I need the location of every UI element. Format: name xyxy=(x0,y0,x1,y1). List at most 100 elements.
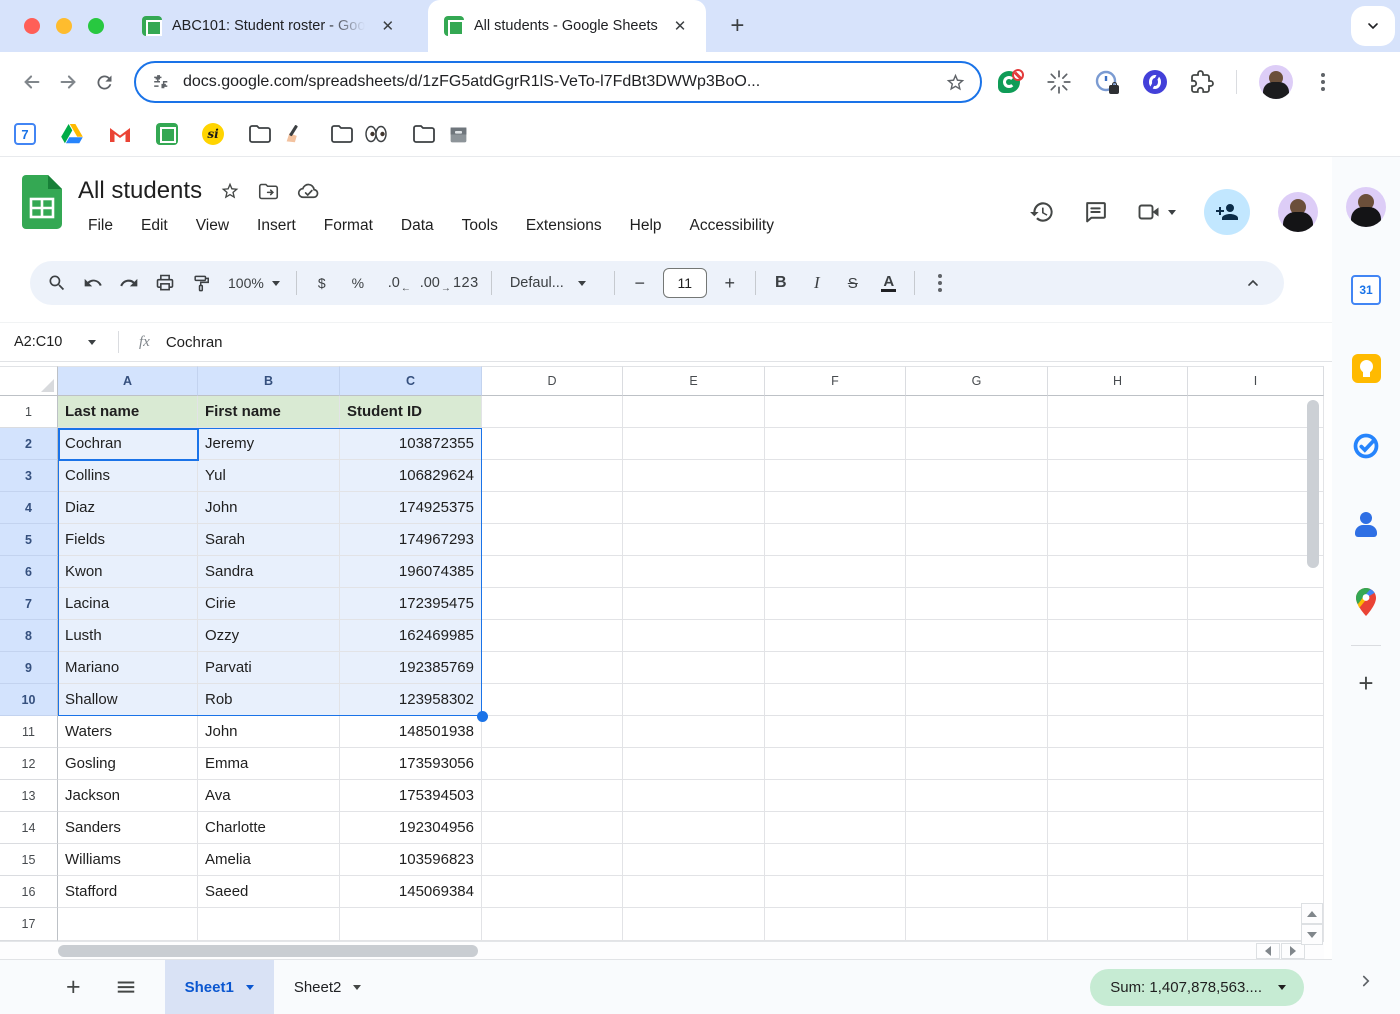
cell-H11[interactable] xyxy=(1048,716,1188,748)
url-bar[interactable]: docs.google.com/spreadsheets/d/1zFG5atdG… xyxy=(134,61,982,103)
bookmark-filebox-icon[interactable] xyxy=(446,122,470,146)
cell-C11[interactable]: 148501938 xyxy=(340,716,482,748)
cell-G4[interactable] xyxy=(906,492,1048,524)
forward-icon[interactable] xyxy=(50,64,86,100)
format-currency-button[interactable]: $ xyxy=(305,267,339,299)
bookmark-eyes-icon[interactable] xyxy=(364,122,388,146)
minimize-window-button[interactable] xyxy=(56,18,72,34)
search-menus-icon[interactable] xyxy=(40,267,74,299)
cell-I3[interactable] xyxy=(1188,460,1324,492)
sheet-tab-sheet2[interactable]: Sheet2 xyxy=(274,960,382,1014)
cell-E17[interactable] xyxy=(623,908,765,941)
cell-A10[interactable]: Shallow xyxy=(58,684,198,716)
menu-extensions[interactable]: Extensions xyxy=(516,213,612,239)
scroll-left-button[interactable] xyxy=(1256,943,1280,959)
cell-D7[interactable] xyxy=(482,588,623,620)
cell-A2[interactable]: Cochran xyxy=(58,428,198,460)
document-title[interactable]: All students xyxy=(78,177,202,205)
increase-font-size-button[interactable]: + xyxy=(713,267,747,299)
cell-D5[interactable] xyxy=(482,524,623,556)
cell-E5[interactable] xyxy=(623,524,765,556)
row-header-10[interactable]: 10 xyxy=(0,684,58,716)
menu-tools[interactable]: Tools xyxy=(452,213,508,239)
cell-G9[interactable] xyxy=(906,652,1048,684)
cell-A17[interactable] xyxy=(58,908,198,941)
cell-A13[interactable]: Jackson xyxy=(58,780,198,812)
cell-I11[interactable] xyxy=(1188,716,1324,748)
cell-C10[interactable]: 123958302 xyxy=(340,684,482,716)
cell-H10[interactable] xyxy=(1048,684,1188,716)
cell-F12[interactable] xyxy=(765,748,906,780)
cell-H16[interactable] xyxy=(1048,876,1188,908)
redo-icon[interactable] xyxy=(112,267,146,299)
cell-D16[interactable] xyxy=(482,876,623,908)
column-header-B[interactable]: B xyxy=(198,366,340,396)
cell-E13[interactable] xyxy=(623,780,765,812)
chevron-down-icon[interactable] xyxy=(245,984,254,990)
chevron-down-icon[interactable] xyxy=(1168,209,1176,215)
cell-G13[interactable] xyxy=(906,780,1048,812)
cell-G11[interactable] xyxy=(906,716,1048,748)
cell-A8[interactable]: Lusth xyxy=(58,620,198,652)
cell-A14[interactable]: Sanders xyxy=(58,812,198,844)
bookmark-folder-icon[interactable] xyxy=(412,122,436,146)
account-avatar[interactable] xyxy=(1278,192,1318,232)
cell-F6[interactable] xyxy=(765,556,906,588)
row-header-6[interactable]: 6 xyxy=(0,556,58,588)
scroll-down-button[interactable] xyxy=(1301,924,1323,945)
cell-H13[interactable] xyxy=(1048,780,1188,812)
row-header-14[interactable]: 14 xyxy=(0,812,58,844)
bookmark-folder-icon[interactable] xyxy=(330,122,354,146)
bookmark-writing-hand-icon[interactable] xyxy=(282,122,306,146)
show-side-panel-chevron-icon[interactable] xyxy=(1357,972,1375,990)
cell-E4[interactable] xyxy=(623,492,765,524)
decrease-decimal-button[interactable]: .0 ← xyxy=(377,267,411,299)
cell-H14[interactable] xyxy=(1048,812,1188,844)
cell-H6[interactable] xyxy=(1048,556,1188,588)
meet-join-control[interactable] xyxy=(1136,200,1176,224)
cell-B3[interactable]: Yul xyxy=(198,460,340,492)
cell-B16[interactable]: Saeed xyxy=(198,876,340,908)
cell-B13[interactable]: Ava xyxy=(198,780,340,812)
horizontal-scrollbar[interactable] xyxy=(58,945,478,957)
row-header-17[interactable]: 17 xyxy=(0,908,58,941)
cell-B6[interactable]: Sandra xyxy=(198,556,340,588)
cell-C1[interactable]: Student ID xyxy=(340,396,482,428)
cell-D13[interactable] xyxy=(482,780,623,812)
column-header-D[interactable]: D xyxy=(482,366,623,396)
cell-B1[interactable]: First name xyxy=(198,396,340,428)
cell-F17[interactable] xyxy=(765,908,906,941)
cell-E7[interactable] xyxy=(623,588,765,620)
close-tab-icon[interactable]: ✕ xyxy=(668,15,693,37)
row-header-15[interactable]: 15 xyxy=(0,844,58,876)
scroll-right-button[interactable] xyxy=(1281,943,1305,959)
cell-I8[interactable] xyxy=(1188,620,1324,652)
sum-summary-pill[interactable]: Sum: 1,407,878,563.... xyxy=(1090,969,1304,1006)
cell-F2[interactable] xyxy=(765,428,906,460)
row-header-4[interactable]: 4 xyxy=(0,492,58,524)
indigo-extension-icon[interactable] xyxy=(1142,69,1168,95)
browser-menu-icon[interactable] xyxy=(1315,67,1331,97)
google-maps-icon[interactable] xyxy=(1351,587,1381,617)
column-header-E[interactable]: E xyxy=(623,366,765,396)
column-header-I[interactable]: I xyxy=(1188,366,1324,396)
cell-A16[interactable]: Stafford xyxy=(58,876,198,908)
font-family-dropdown[interactable]: Defaul... xyxy=(500,275,606,291)
cell-B5[interactable]: Sarah xyxy=(198,524,340,556)
row-header-11[interactable]: 11 xyxy=(0,716,58,748)
cell-G12[interactable] xyxy=(906,748,1048,780)
cell-E8[interactable] xyxy=(623,620,765,652)
cell-E12[interactable] xyxy=(623,748,765,780)
extensions-puzzle-icon[interactable] xyxy=(1190,70,1214,94)
cloud-saved-icon[interactable] xyxy=(297,180,320,203)
spinner-extension-icon[interactable] xyxy=(1046,69,1072,95)
move-folder-icon[interactable] xyxy=(258,181,279,202)
cell-F15[interactable] xyxy=(765,844,906,876)
cell-H5[interactable] xyxy=(1048,524,1188,556)
cell-H12[interactable] xyxy=(1048,748,1188,780)
spreadsheet-grid[interactable]: A B C D E F G H I 1 Last name First name Student ID 2… xyxy=(0,366,1324,941)
cell-E9[interactable] xyxy=(623,652,765,684)
row-header-1[interactable]: 1 xyxy=(0,396,58,428)
cell-H9[interactable] xyxy=(1048,652,1188,684)
cell-I7[interactable] xyxy=(1188,588,1324,620)
